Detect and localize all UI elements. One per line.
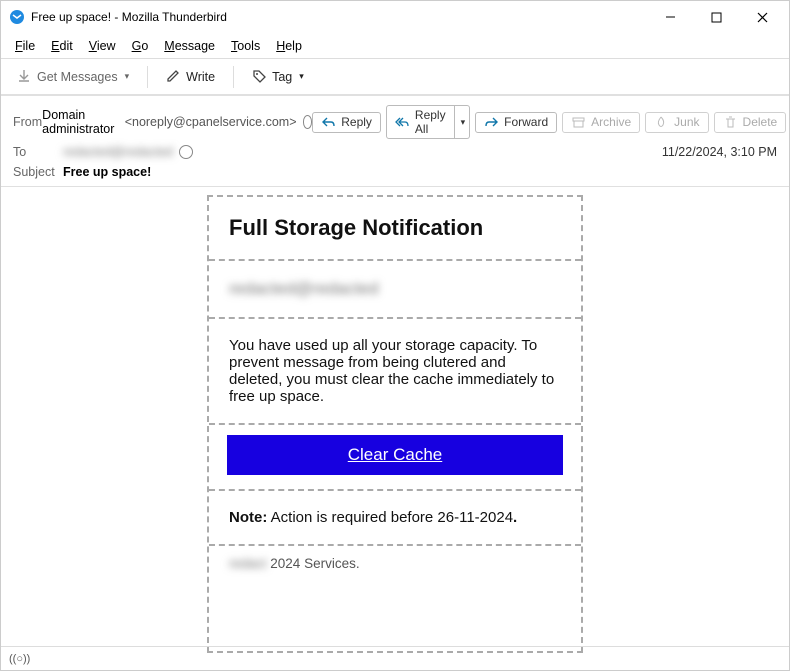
message-date: 11/22/2024, 3:10 PM [662,145,777,159]
message-headers: From Domain administrator <noreply@cpane… [1,95,789,187]
chevron-down-icon: ▾ [461,117,466,128]
clear-cache-button[interactable]: Clear Cache [227,435,563,475]
menu-bar: File Edit View Go Message Tools Help [1,33,789,59]
forward-icon [484,115,499,130]
subject-label: Subject [13,165,63,179]
from-label: From [13,115,42,129]
get-messages-label: Get Messages [37,70,118,84]
menu-edit[interactable]: Edit [43,36,81,56]
flame-icon [654,115,669,130]
separator [233,66,234,88]
menu-message[interactable]: Message [156,36,223,56]
junk-button[interactable]: Junk [645,112,708,133]
reply-all-dropdown[interactable]: ▾ [455,105,471,139]
from-name: Domain administrator [42,108,119,136]
status-bar: ((○)) [1,646,789,670]
reply-all-button[interactable]: Reply All [386,105,455,139]
note-label: Note: [229,509,267,526]
archive-button[interactable]: Archive [562,112,640,133]
online-icon[interactable]: ((○)) [9,653,30,665]
to-label: To [13,145,63,159]
maximize-button[interactable] [693,1,739,33]
tag-button[interactable]: Tag ▾ [246,65,310,88]
toolbar: Get Messages ▾ Write Tag ▾ [1,59,789,95]
reply-button[interactable]: Reply [312,112,381,133]
write-button[interactable]: Write [160,65,221,88]
separator [147,66,148,88]
contact-icon[interactable] [303,115,313,129]
card-body-section: You have used up all your storage capaci… [209,319,581,425]
window-title: Free up space! - Mozilla Thunderbird [31,10,647,24]
menu-go[interactable]: Go [124,36,157,56]
forward-button[interactable]: Forward [475,112,557,133]
card-note-section: Note: Action is required before 26-11-20… [209,491,581,546]
reply-all-icon [395,115,410,130]
minimize-button[interactable] [647,1,693,33]
pencil-icon [166,69,181,84]
card-recipient-section: redacted@redacted [209,261,581,319]
menu-tools[interactable]: Tools [223,36,268,56]
get-messages-button[interactable]: Get Messages ▾ [11,65,135,88]
message-body: Full Storage Notification redacted@redac… [1,187,789,653]
write-label: Write [186,70,215,84]
reply-icon [321,115,336,130]
card-title: Full Storage Notification [229,215,561,241]
menu-help[interactable]: Help [268,36,310,56]
contact-icon[interactable] [179,145,193,159]
tag-icon [252,69,267,84]
title-bar: Free up space! - Mozilla Thunderbird [1,1,789,33]
download-icon [17,69,32,84]
menu-view[interactable]: View [81,36,124,56]
close-button[interactable] [739,1,785,33]
tag-label: Tag [272,70,292,84]
notification-card: Full Storage Notification redacted@redac… [207,195,583,653]
body-text: You have used up all your storage capaci… [229,337,554,405]
card-footer-section: redact 2024 Services. [209,546,581,581]
trash-icon [723,115,738,130]
header-actions: Reply Reply All ▾ Forward Archive Junk De… [312,105,790,139]
from-value[interactable]: Domain administrator <noreply@cpanelserv… [42,108,312,136]
card-title-section: Full Storage Notification [209,197,581,261]
thunderbird-icon [9,9,25,25]
recipient-text: redacted@redacted [229,279,379,298]
chevron-down-icon: ▾ [299,71,304,82]
from-email: <noreply@cpanelservice.com> [125,115,297,129]
note-text: Action is required before 26-11-2024 [267,509,513,526]
chevron-down-icon: ▾ [125,71,130,82]
menu-file[interactable]: File [7,36,43,56]
archive-icon [571,115,586,130]
to-value[interactable]: redacted@redacted [63,145,193,159]
delete-button[interactable]: Delete [714,112,787,133]
card-button-section: Clear Cache [209,425,581,491]
subject-value: Free up space! [63,165,151,179]
